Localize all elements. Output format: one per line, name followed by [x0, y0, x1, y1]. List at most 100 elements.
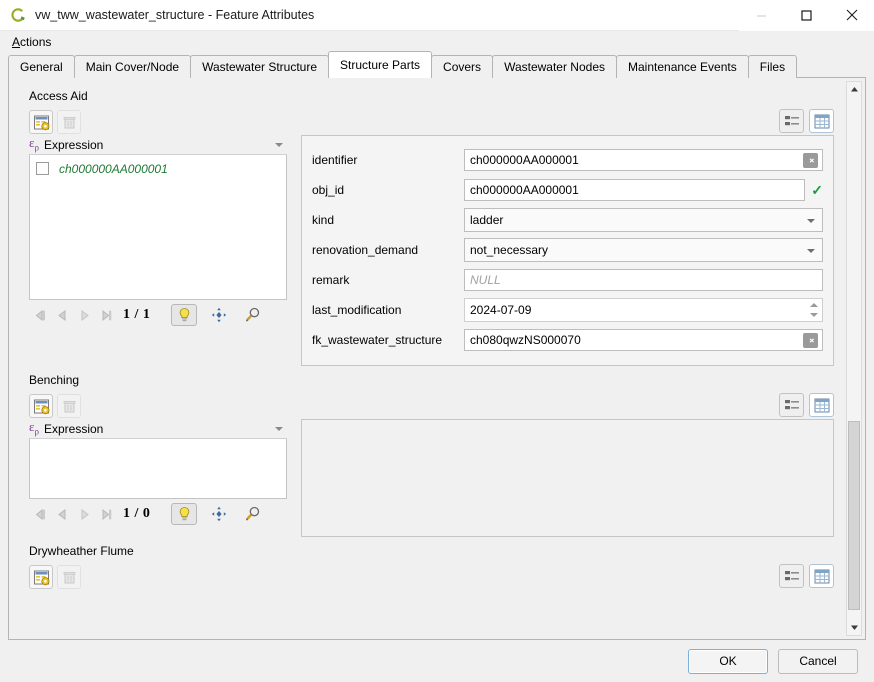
- form-row-kind: kind ladder: [312, 205, 823, 235]
- cancel-button[interactable]: Cancel: [778, 648, 858, 674]
- delete-feature-icon: [57, 110, 81, 134]
- pan-to-feature-icon[interactable]: [207, 503, 231, 525]
- chevron-down-icon[interactable]: [275, 427, 283, 431]
- view-mode-buttons-access-aid: [774, 109, 834, 133]
- maximize-icon[interactable]: [784, 0, 829, 31]
- list-item[interactable]: ch000000AA000001: [30, 159, 286, 178]
- clear-identifier-icon[interactable]: [803, 153, 818, 168]
- tab-wastewater-nodes[interactable]: Wastewater Nodes: [492, 55, 617, 78]
- zoom-to-feature-icon[interactable]: [241, 503, 265, 525]
- tab-files[interactable]: Files: [747, 55, 798, 78]
- form-view-icon[interactable]: [779, 564, 804, 588]
- minimize-icon[interactable]: [739, 0, 784, 31]
- next-feature-icon[interactable]: [73, 504, 95, 524]
- dialog-button-box: OK Cancel: [0, 640, 874, 682]
- tab-general[interactable]: General: [8, 55, 75, 78]
- zoom-to-feature-icon[interactable]: [241, 304, 265, 326]
- highlight-bulb-icon[interactable]: [171, 304, 198, 326]
- spin-arrows[interactable]: [807, 300, 820, 320]
- tab-wastewater-structure[interactable]: Wastewater Structure: [190, 55, 330, 78]
- tab-strip: General Main Cover/Node Wastewater Struc…: [0, 51, 874, 78]
- table-view-icon[interactable]: [809, 564, 834, 588]
- view-mode-buttons-benching: [774, 393, 834, 417]
- menu-bar: Actions: [0, 31, 874, 53]
- add-feature-icon[interactable]: [29, 565, 53, 589]
- tab-page-structure-parts: Access Aid ερ Expression ch000000AA00000…: [8, 77, 866, 640]
- attribute-form-pane-benching: [301, 419, 834, 537]
- feature-navigation-access-aid: 1 / 1: [29, 300, 287, 327]
- add-feature-icon[interactable]: [29, 110, 53, 134]
- menu-item-actions[interactable]: Actions: [8, 33, 55, 51]
- feature-counter: 1 / 0: [123, 506, 151, 521]
- kind-combo[interactable]: ladder: [464, 208, 823, 232]
- spin-up-icon[interactable]: [809, 303, 818, 307]
- obj-id-field[interactable]: ch000000AA000001: [464, 179, 806, 201]
- scrollbar-track[interactable]: [847, 97, 861, 620]
- field-label-renovation-demand: renovation_demand: [312, 243, 419, 257]
- scroll-down-icon[interactable]: [847, 620, 861, 635]
- form-row-last-modification: last_modification 2024-07-09: [312, 295, 823, 325]
- last-feature-icon[interactable]: [95, 305, 117, 325]
- fk-wastewater-structure-value: ch080qwzNS000070: [470, 333, 581, 347]
- expression-header-access-aid[interactable]: ερ Expression: [29, 135, 287, 155]
- next-feature-icon[interactable]: [73, 305, 95, 325]
- scroll-content: Access Aid ερ Expression ch000000AA00000…: [15, 84, 842, 633]
- chevron-down-icon[interactable]: [275, 143, 283, 147]
- qgis-logo-icon: [10, 7, 26, 23]
- form-row-fk-wastewater-structure: fk_wastewater_structure ch080qwzNS000070: [312, 325, 823, 355]
- scrollbar-thumb[interactable]: [848, 421, 860, 610]
- window-controls: [739, 0, 874, 31]
- window-title: vw_tww_wastewater_structure - Feature At…: [35, 8, 315, 22]
- vertical-scrollbar[interactable]: [846, 81, 862, 636]
- close-icon[interactable]: [829, 0, 874, 31]
- field-label-kind: kind: [312, 213, 335, 227]
- expression-label: Expression: [43, 137, 104, 152]
- remark-placeholder: NULL: [470, 273, 501, 287]
- scroll-up-icon[interactable]: [847, 82, 861, 97]
- table-view-icon[interactable]: [809, 393, 834, 417]
- ok-button[interactable]: OK: [688, 648, 768, 674]
- delete-feature-icon: [57, 565, 81, 589]
- identifier-field[interactable]: ch000000AA000001: [464, 149, 823, 171]
- last-feature-icon[interactable]: [95, 504, 117, 524]
- table-view-icon[interactable]: [809, 109, 834, 133]
- highlight-bulb-icon[interactable]: [171, 503, 198, 525]
- tab-covers[interactable]: Covers: [431, 55, 494, 78]
- last-modification-value: 2024-07-09: [470, 303, 532, 317]
- add-feature-icon[interactable]: [29, 394, 53, 418]
- pan-to-feature-icon[interactable]: [207, 304, 231, 326]
- view-mode-buttons-drywheather-flume: [774, 564, 834, 588]
- renovation-demand-combo[interactable]: not_necessary: [464, 238, 823, 262]
- first-feature-icon[interactable]: [29, 504, 51, 524]
- group-title-drywheather-flume: Drywheather Flume: [29, 544, 134, 558]
- expression-header-benching[interactable]: ερ Expression: [29, 419, 287, 439]
- feature-checkbox[interactable]: [36, 162, 49, 175]
- form-view-icon[interactable]: [779, 393, 804, 417]
- field-label-identifier: identifier: [312, 153, 358, 167]
- tab-maintenance-events[interactable]: Maintenance Events: [616, 55, 749, 78]
- first-feature-icon[interactable]: [29, 305, 51, 325]
- fk-wastewater-structure-field[interactable]: ch080qwzNS000070: [464, 329, 823, 351]
- form-row-identifier: identifier ch000000AA000001: [312, 145, 823, 175]
- clear-fk-wastewater-structure-icon[interactable]: [803, 333, 818, 348]
- expression-label: Expression: [43, 421, 104, 436]
- group-title-benching: Benching: [29, 373, 80, 387]
- field-label-fk-wastewater-structure: fk_wastewater_structure: [312, 333, 443, 347]
- relation-group-benching: Benching ερ Expression 1 / 0: [15, 368, 842, 537]
- last-modification-field[interactable]: 2024-07-09: [464, 298, 823, 322]
- form-view-icon[interactable]: [779, 109, 804, 133]
- feature-list-pane-benching: ερ Expression 1 / 0: [29, 419, 287, 537]
- previous-feature-icon[interactable]: [51, 305, 73, 325]
- remark-field[interactable]: NULL: [464, 269, 823, 291]
- obj-id-value: ch000000AA000001: [470, 183, 579, 197]
- previous-feature-icon[interactable]: [51, 504, 73, 524]
- tab-main-cover-node[interactable]: Main Cover/Node: [73, 55, 192, 78]
- relation-body-benching: ερ Expression 1 / 0: [15, 419, 842, 537]
- relation-toolbar-drywheather-flume: [15, 564, 842, 590]
- spin-down-icon[interactable]: [809, 313, 818, 317]
- tab-structure-parts[interactable]: Structure Parts: [328, 51, 433, 78]
- expression-epsilon-icon: ερ: [29, 134, 39, 153]
- feature-list-benching[interactable]: [29, 439, 287, 499]
- title-bar: vw_tww_wastewater_structure - Feature At…: [0, 0, 874, 31]
- feature-list-access-aid[interactable]: ch000000AA000001: [29, 155, 287, 300]
